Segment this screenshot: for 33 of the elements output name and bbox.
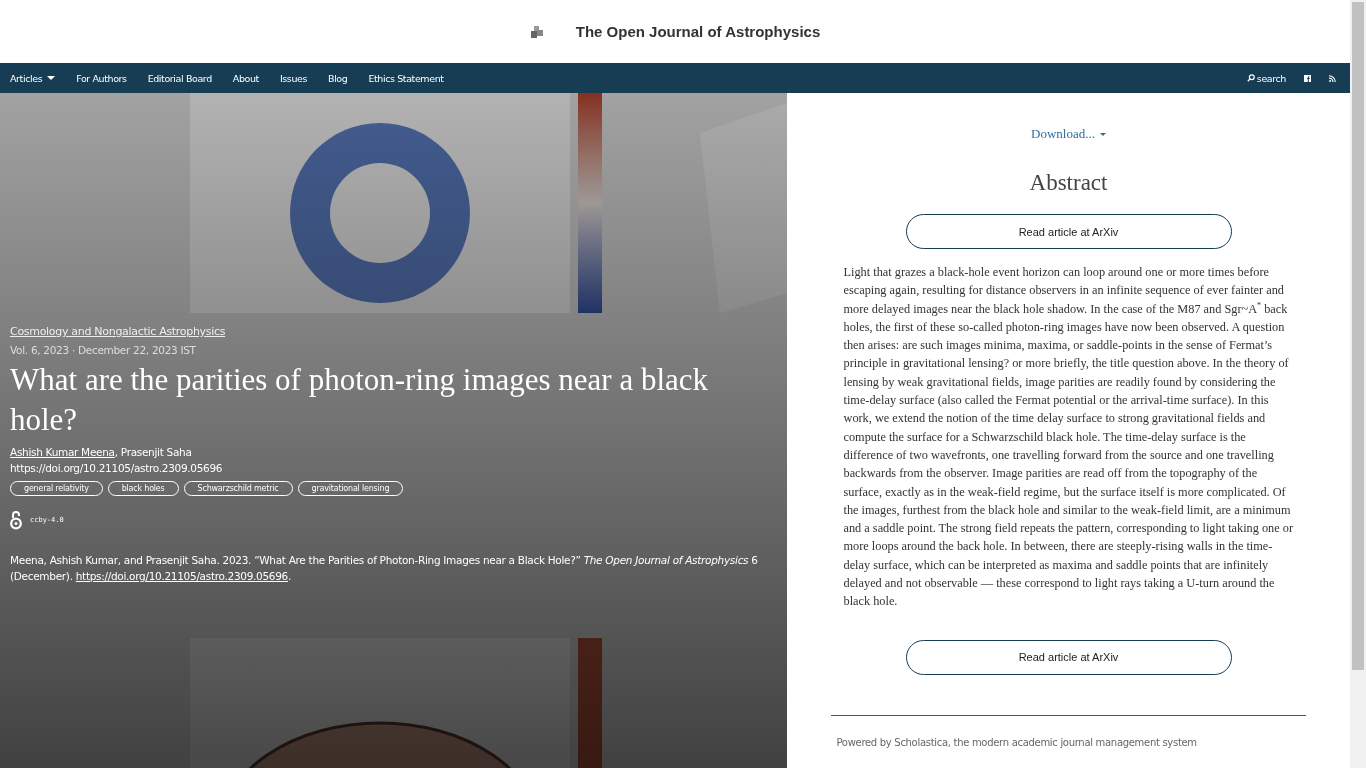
scrollbar-thumb[interactable] (1352, 2, 1364, 670)
author-separator: , (114, 446, 119, 458)
nav-link[interactable]: Articles (10, 72, 56, 84)
nav-link[interactable]: About (232, 72, 259, 84)
article-meta: Vol. 6, 2023 · December 22, 2023 IST (10, 344, 196, 356)
abstract-text: Light that grazes a black-hole event horizon can loop around one or more times before escaping again, resulting for distance observers in an infinite sequence of ever fainter and more delayed images near the black hole shadow. In the case of the M87 and Sgr~A$^{*}$ back holes, the first of these so-called photon-ring images have now been observed. A question then arises: are such images minima, maxima, or saddle-points in the sense of Fermat’s principle in gravitational lensing? or more briefly, the title question above. In the theory of lensing by weak gravitational fields, image parities are readily found by considering the time-delay surface (also called the Fermat potential or the arrival-time surface). In this work, we extend the notion of the time delay surface to strong gravitational fields and compute the surface for a Schwarzschild black hole. The time-delay surface is the difference of two wavefronts, one travelling forward from the source and one travelling backwards from the observer. Image parities are read off from the topography of the surface, exactly as in the weak-field regime, but the surface itself is more complicated. Of the images, furthest from the black hole and similar to the weak-field limit, are a minimum and a saddle point. The strong field repeats the pattern, corresponding to light taking one or more loops around the back hole. In between, there are steeply-rising walls in the time-delay surface, which can be interpreted as maxima and saddle points that are infinitely delayed and not observable — these correspond to light rays taking a U-turn around the black hole. (843, 264, 1294, 611)
facebook-icon[interactable] (1304, 74, 1311, 82)
author-name: Prasenjit Saha (120, 446, 192, 458)
doi-link[interactable]: https://doi.org/10.21105/astro.2309.05696 (75, 570, 288, 582)
journal-title[interactable]: The Open Journal of Astrophysics (575, 23, 821, 40)
nav-link[interactable]: Editorial Board (147, 72, 212, 84)
doi-text: https://doi.org/10.21105/astro.2309.05696 (10, 462, 223, 474)
nav-link[interactable]: For Authors (76, 72, 127, 84)
open-access-icon (10, 510, 22, 530)
caret-icon (47, 76, 56, 80)
abstract-heading: Abstract (1029, 170, 1108, 196)
download-dropdown[interactable]: Download... (1031, 126, 1106, 142)
logo-icon (529, 24, 544, 39)
nav-link[interactable]: Blog (328, 72, 348, 84)
article-title: What are the parities of photon-ring images near a black hole? (10, 361, 710, 439)
search-link[interactable]: search (1246, 72, 1286, 84)
read-article-button[interactable]: Read article at ArXiv (905, 214, 1232, 249)
citation: Meena, Ashish Kumar, and Prasenjit Saha. 2023. “What Are the Parities of Photon-Ring Images near a Black Hole?” The Open Journal of Astrophysics 6 (December). https://doi.org/10.21105/astro.2309.05696. (10, 553, 759, 584)
search-icon (1246, 74, 1255, 82)
category-link[interactable]: Cosmology and Nongalactic Astrophysics (10, 325, 226, 338)
nav-link[interactable]: Issues (279, 72, 307, 84)
rss-icon[interactable] (1329, 74, 1336, 82)
caret-icon (1099, 132, 1106, 136)
read-article-button[interactable]: Read article at ArXiv (905, 639, 1232, 675)
nav-link[interactable]: Ethics Statement (368, 72, 444, 84)
scrollbar[interactable] (1350, 0, 1366, 768)
footer-text: Powered by Scholastica, the modern academic journal management system (836, 736, 1198, 748)
author-link[interactable]: Ashish Kumar Meena (10, 446, 115, 458)
